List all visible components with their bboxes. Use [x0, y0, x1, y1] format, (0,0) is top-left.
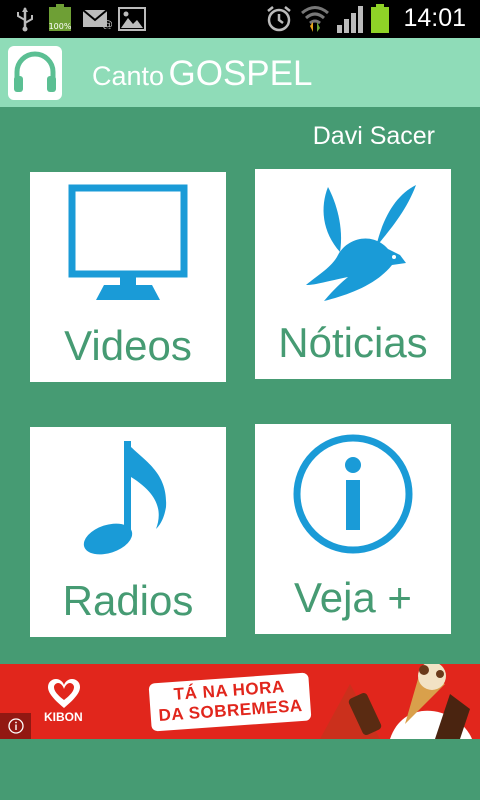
ad-banner[interactable]: KIBON TÁ NA HORA DA SOBREMESA — [0, 664, 480, 739]
app-title: Canto GOSPEL — [92, 54, 312, 94]
ad-slogan: TÁ NA HORA DA SOBREMESA — [148, 672, 312, 732]
app-logo[interactable] — [8, 46, 62, 100]
ad-brand: KIBON — [44, 710, 83, 724]
headphones-icon — [14, 51, 56, 92]
kibon-heart-icon — [48, 679, 80, 708]
tile-label: Radios — [62, 577, 194, 624]
signal-icon — [337, 6, 363, 33]
artist-name: Davi Sacer — [312, 122, 435, 150]
gallery-icon — [118, 7, 146, 31]
tile-label: Veja + — [294, 574, 412, 621]
app-title-small: Canto — [92, 61, 165, 91]
dove-icon — [306, 184, 416, 301]
battery-icon: 100% — [49, 4, 71, 34]
clock: 14:01 — [403, 4, 466, 32]
tile-veja-mais[interactable]: Veja + — [255, 424, 451, 634]
ad-info-button[interactable] — [0, 713, 31, 739]
tile-radios[interactable]: Radios — [30, 427, 226, 637]
battery-percent: 100% — [48, 22, 72, 31]
app-title-large: GOSPEL — [168, 54, 313, 93]
battery-icon — [371, 4, 389, 34]
usb-icon — [17, 7, 33, 32]
ice-cream-image — [320, 664, 472, 739]
svg-text:@: @ — [102, 18, 112, 29]
tile-noticias[interactable]: Nóticias — [255, 169, 451, 379]
monitor-icon — [68, 184, 188, 300]
wifi-icon — [301, 6, 329, 32]
status-bar: 100% @ 14:01 — [0, 0, 480, 38]
info-icon — [293, 434, 413, 554]
tile-label: Videos — [64, 322, 192, 369]
tile-label: Nóticias — [278, 319, 428, 366]
music-note-icon — [83, 441, 167, 555]
tile-videos[interactable]: Videos — [30, 172, 226, 382]
alarm-icon — [267, 6, 291, 32]
email-icon: @ — [82, 9, 112, 29]
app-header: Canto GOSPEL — [0, 38, 480, 107]
info-icon — [7, 718, 24, 734]
